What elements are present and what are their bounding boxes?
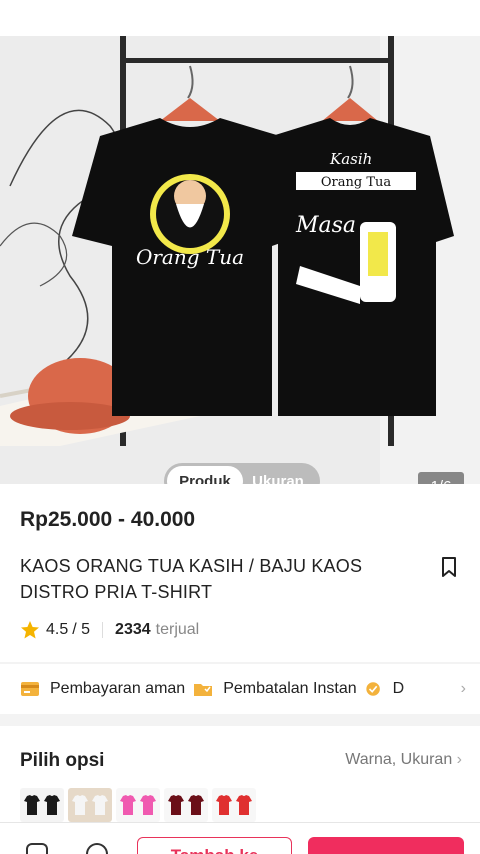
options-title: Pilih opsi [20, 750, 105, 771]
rating-value: 4.5 [46, 621, 69, 638]
buy-now-button[interactable] [308, 837, 464, 854]
svg-text:Kasih: Kasih [329, 150, 372, 168]
sold-label: terjual [155, 621, 200, 638]
shirt-thumb [72, 795, 88, 815]
shirt-thumb [236, 795, 252, 815]
image-counter: 1/6 [418, 472, 464, 484]
shirt-thumb [24, 795, 40, 815]
variant-thumb[interactable] [212, 788, 256, 822]
divider [102, 622, 104, 638]
svg-text:Masa: Masa [295, 213, 356, 238]
fade-overlay [400, 664, 450, 714]
benefits-row[interactable]: Pembayaran aman Pembatalan Instan D › [0, 664, 480, 714]
variant-thumb[interactable] [20, 788, 64, 822]
bottom-action-bar: Tambah ke [0, 822, 480, 854]
variant-thumb[interactable] [68, 788, 112, 822]
benefit-label: Pembatalan Instan [223, 680, 357, 697]
product-info: Rp25.000 - 40.000 KAOS ORANG TUA KASIH /… [0, 484, 480, 662]
shirt-thumb [120, 795, 136, 815]
shirt-thumb [92, 795, 108, 815]
product-image[interactable]: Orang Tua Kasih Orang Tua Masa Produk Uk… [0, 36, 480, 484]
benefit-secure-payment: Pembayaran aman [20, 680, 185, 698]
benefit-third: D [365, 680, 404, 698]
shirt-thumb [216, 795, 232, 815]
variant-thumb[interactable] [164, 788, 208, 822]
price-range: Rp25.000 - 40.000 [20, 508, 196, 531]
product-photo: Orang Tua Kasih Orang Tua Masa [0, 36, 480, 484]
store-icon[interactable] [26, 843, 48, 854]
shirt-thumb [168, 795, 184, 815]
rating-max: / 5 [72, 621, 91, 638]
sold-count: 2334 [115, 621, 151, 638]
variant-thumbnails [20, 788, 256, 822]
chat-icon[interactable] [86, 843, 108, 854]
svg-text:Orang Tua: Orang Tua [136, 245, 244, 269]
add-to-cart-button[interactable]: Tambah ke [137, 837, 292, 854]
folder-icon [194, 684, 213, 696]
media-tab-switch: Produk Ukuran [164, 463, 320, 484]
variant-thumb[interactable] [116, 788, 160, 822]
check-badge-icon [365, 682, 380, 696]
chevron-right-icon: › [460, 680, 466, 697]
shirt-thumb [140, 795, 156, 815]
rating-row: 4.5 / 5 2334 terjual [20, 620, 199, 640]
top-bar [0, 0, 480, 36]
shirt-thumb [188, 795, 204, 815]
tab-ukuran[interactable]: Ukuran [243, 466, 313, 485]
bookmark-icon[interactable] [440, 556, 458, 578]
benefit-label: Pembayaran aman [50, 680, 186, 697]
options-value: Warna, Ukuran › [345, 751, 462, 768]
svg-text:Orang Tua: Orang Tua [321, 175, 391, 190]
tab-produk[interactable]: Produk [167, 466, 243, 484]
benefit-instant-cancel: Pembatalan Instan [193, 680, 357, 698]
shirt-thumb [44, 795, 60, 815]
chevron-right-icon: › [456, 751, 462, 768]
product-title: KAOS ORANG TUA KASIH / BAJU KAOS DISTRO … [20, 556, 363, 602]
star-icon [21, 621, 39, 639]
card-icon [21, 682, 39, 696]
